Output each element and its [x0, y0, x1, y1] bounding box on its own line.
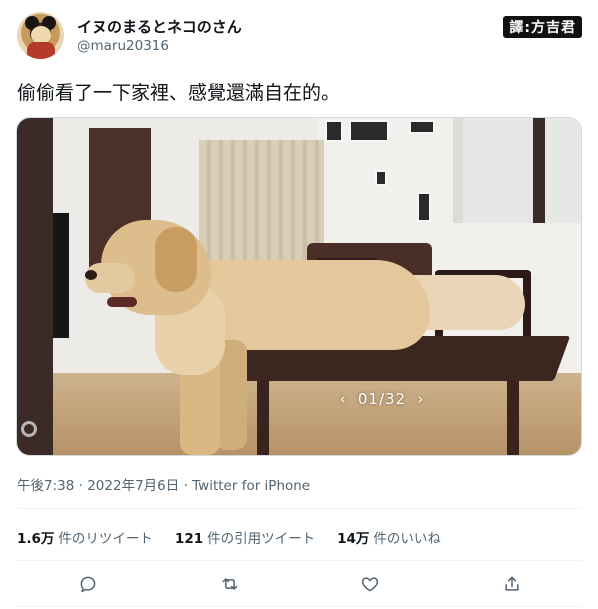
camera-watermark-icon — [21, 421, 37, 437]
stat-value: 121 — [174, 531, 204, 547]
share-icon[interactable] — [497, 569, 527, 599]
scene-wall-frames — [325, 120, 445, 230]
meta-separator: · — [78, 478, 83, 494]
media-counter: ‹ 01/32 › — [329, 390, 435, 412]
scene-dog — [85, 215, 525, 455]
scene-tv — [53, 213, 69, 338]
stat-value: 1.6万 — [17, 531, 55, 547]
user-handle[interactable]: @maru20316 — [77, 38, 169, 54]
tweet-header: イヌのまるとネコのさん @maru20316 譯:方吉君 — [17, 12, 582, 60]
quote-count[interactable]: 121 件の引用ツイート — [175, 527, 315, 547]
reply-icon[interactable] — [73, 569, 103, 599]
scene-doorway — [453, 118, 581, 223]
divider — [17, 560, 582, 561]
tweet-stats: 1.6万 件のリツイート 121 件の引用ツイート 14万 件のいいね — [17, 527, 441, 547]
scene-pillar — [17, 118, 53, 455]
display-name[interactable]: イヌのまるとネコのさん — [77, 16, 242, 37]
scene-frame — [349, 120, 389, 142]
translator-badge: 譯:方吉君 — [503, 16, 582, 38]
stat-label: 件の引用ツイート — [207, 531, 316, 547]
chevron-right-icon[interactable]: › — [412, 390, 430, 408]
scene-frame — [375, 170, 387, 186]
scene-frame — [409, 120, 435, 134]
dog-nose — [85, 270, 97, 280]
avatar[interactable] — [17, 12, 64, 59]
dog-mouth — [107, 297, 137, 307]
tweet-actions — [17, 569, 582, 599]
meta-separator: · — [183, 478, 188, 494]
like-count[interactable]: 14万 件のいいね — [337, 527, 441, 547]
divider — [17, 606, 582, 607]
media-counter-text: 01/32 — [357, 390, 407, 408]
tweet-text: 偷偷看了一下家裡、感覺還滿自在的。 — [17, 82, 341, 104]
like-icon[interactable] — [355, 569, 385, 599]
tweet-source[interactable]: Twitter for iPhone — [192, 478, 310, 494]
tweet-time[interactable]: 午後7:38 — [17, 478, 74, 494]
retweet-icon[interactable] — [215, 569, 245, 599]
scene-table-leg — [507, 380, 519, 455]
stat-label: 件のいいね — [373, 531, 441, 547]
dog-ear — [155, 227, 197, 292]
tweet-meta: 午後7:38 · 2022年7月6日 · Twitter for iPhone — [17, 474, 310, 494]
avatar-body — [27, 42, 55, 59]
chevron-left-icon[interactable]: ‹ — [334, 390, 352, 408]
stat-label: 件のリツイート — [58, 531, 153, 547]
scene-door-jamb — [533, 118, 545, 223]
divider — [17, 508, 582, 509]
tweet-date[interactable]: 2022年7月6日 — [87, 478, 179, 494]
stat-value: 14万 — [337, 531, 370, 547]
media-photo[interactable]: ‹ 01/32 › — [16, 117, 582, 456]
retweet-count[interactable]: 1.6万 件のリツイート — [17, 527, 153, 547]
scene-frame — [325, 120, 343, 142]
photo-scene — [17, 118, 581, 455]
